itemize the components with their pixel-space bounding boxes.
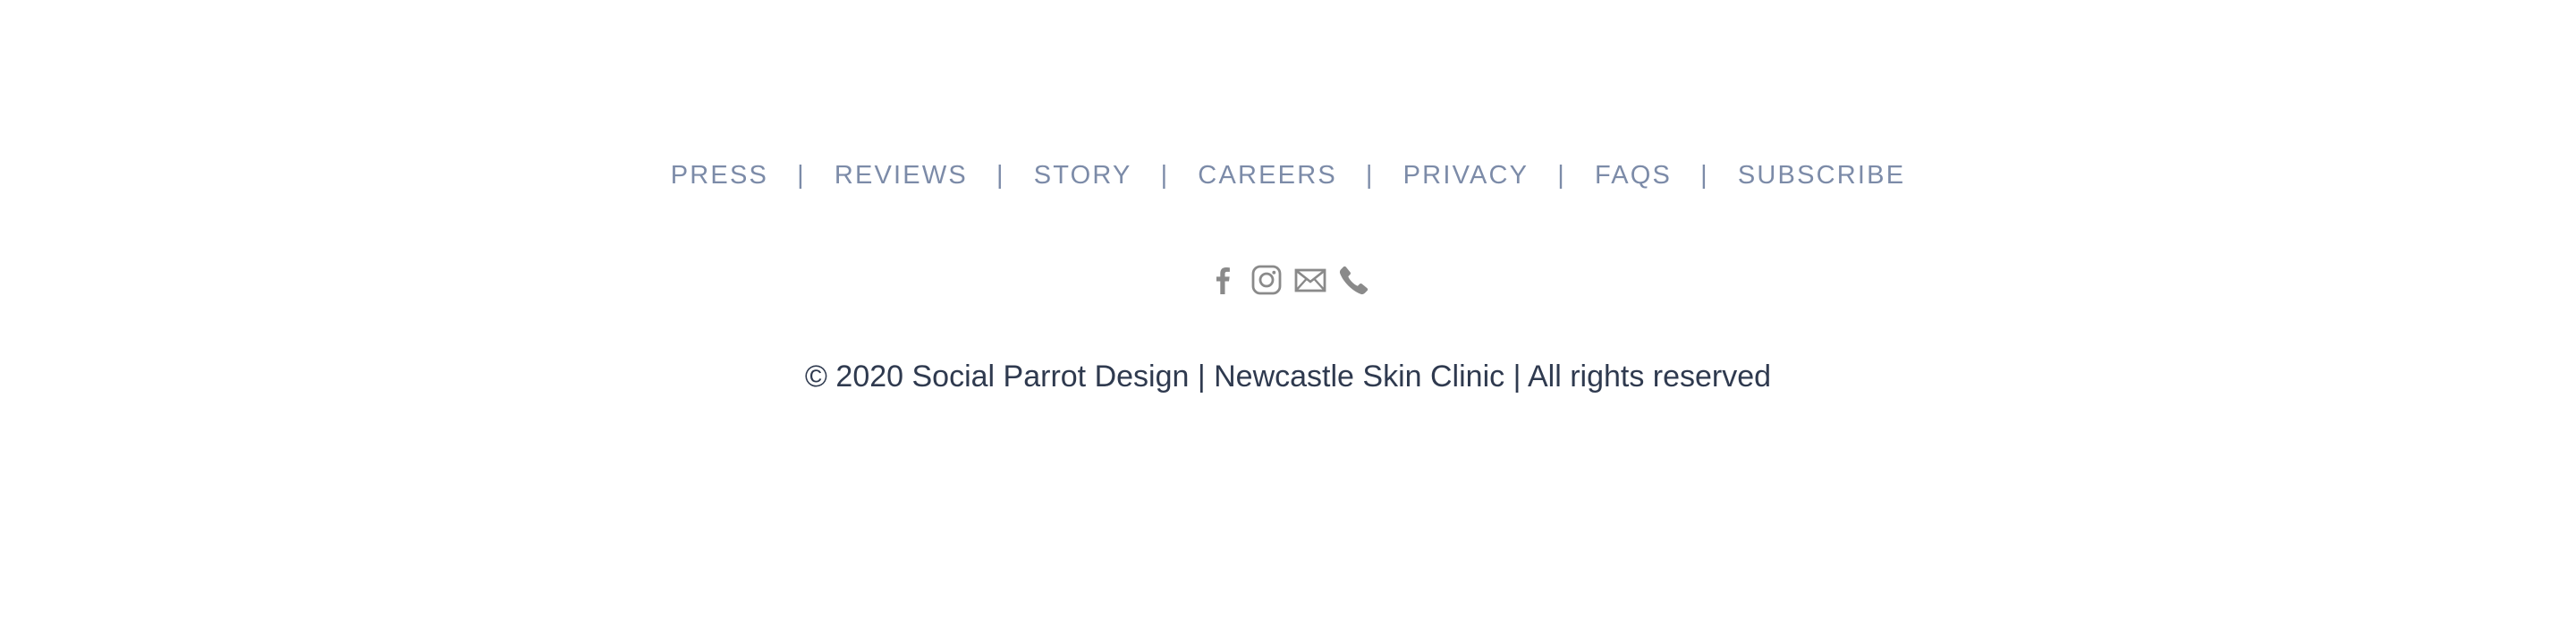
site-footer: PRESS | REVIEWS | STORY | CAREERS | PRIV… [0, 0, 2576, 635]
footer-link-careers[interactable]: CAREERS [1198, 161, 1337, 190]
nav-separator: | [1160, 160, 1170, 190]
copyright-text: © 2020 Social Parrot Design | Newcastle … [804, 360, 1772, 394]
phone-icon[interactable] [1336, 262, 1372, 298]
instagram-icon[interactable] [1249, 262, 1284, 298]
footer-link-privacy[interactable]: PRIVACY [1403, 161, 1530, 190]
footer-link-press[interactable]: PRESS [671, 161, 768, 190]
email-icon[interactable] [1292, 262, 1328, 298]
footer-link-subscribe[interactable]: SUBSCRIBE [1738, 161, 1905, 190]
facebook-icon[interactable] [1205, 262, 1241, 298]
nav-separator: | [1365, 160, 1375, 190]
nav-separator: | [797, 160, 806, 190]
footer-nav: PRESS | REVIEWS | STORY | CAREERS | PRIV… [0, 156, 2576, 195]
social-links [0, 261, 2576, 299]
nav-separator: | [996, 160, 1005, 190]
footer-link-faqs[interactable]: FAQS [1595, 161, 1672, 190]
nav-separator: | [1700, 160, 1709, 190]
nav-separator: | [1557, 160, 1566, 190]
footer-link-reviews[interactable]: REVIEWS [835, 161, 968, 190]
footer-link-story[interactable]: STORY [1034, 161, 1132, 190]
